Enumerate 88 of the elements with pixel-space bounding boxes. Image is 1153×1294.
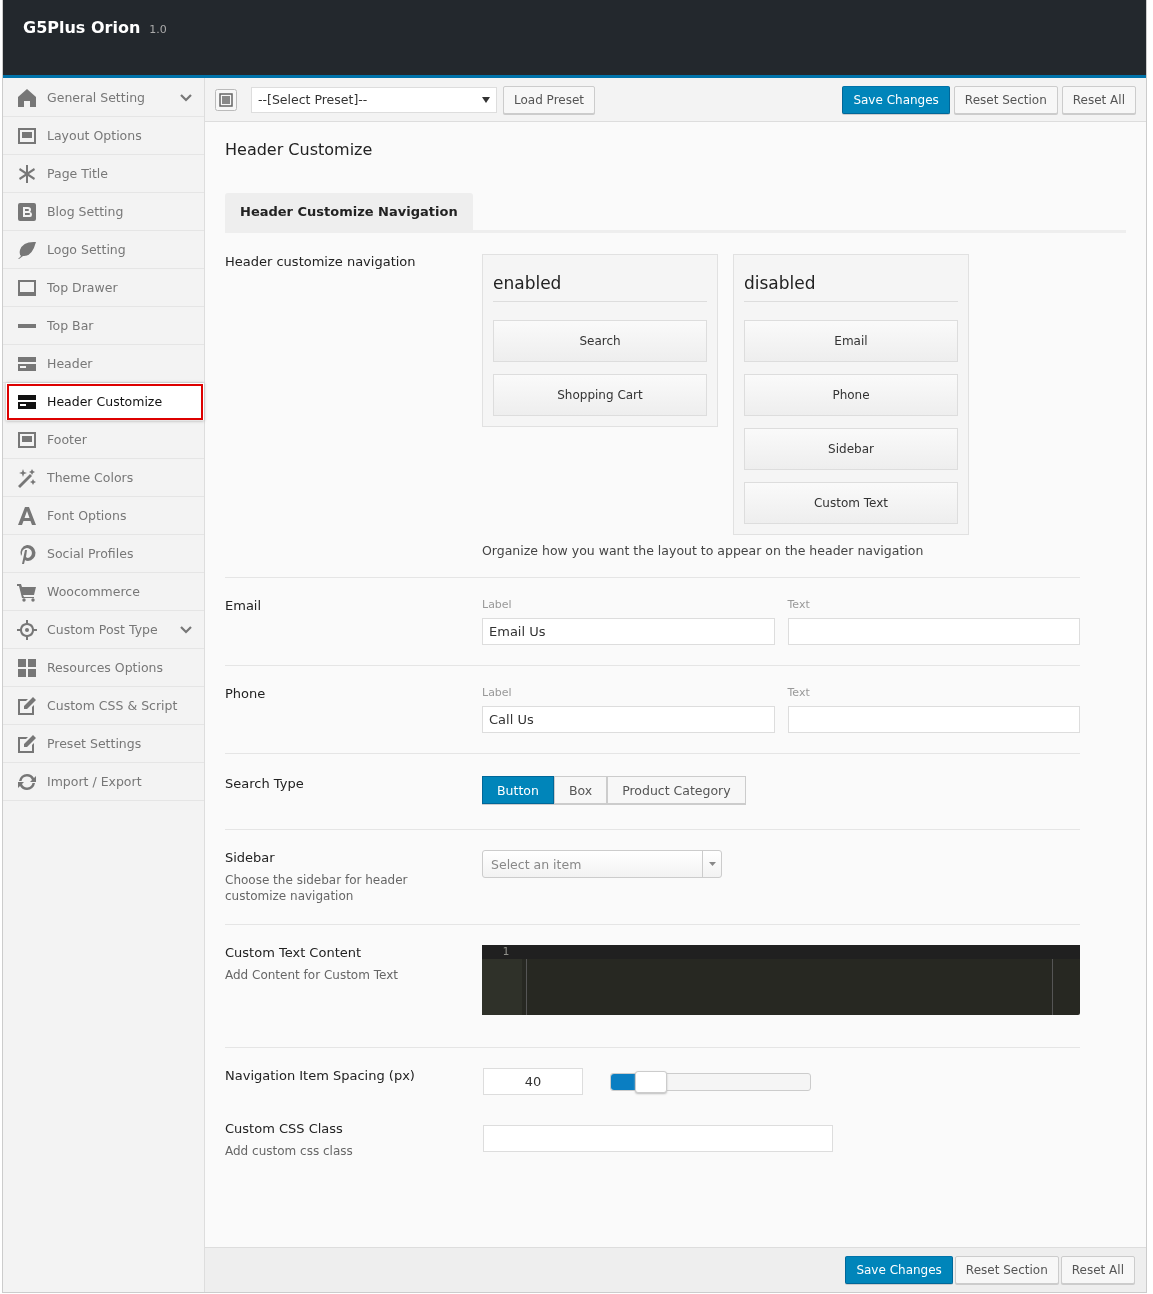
nav-menu-item[interactable]: Custom CSS & Script	[3, 687, 204, 725]
input-label: Label	[482, 598, 513, 611]
nav-menu-item[interactable]: Blog Setting	[3, 193, 204, 231]
bar-icon	[18, 323, 36, 328]
field-label: Custom Text Content	[225, 945, 363, 960]
nav-menu-item[interactable]: Preset Settings	[3, 725, 204, 763]
magic-wand-icon	[17, 467, 37, 488]
dropdown-arrow-icon	[708, 862, 716, 866]
field-label: Custom CSS Class	[225, 1121, 344, 1136]
edit-icon	[17, 733, 37, 754]
version-label: 1.0	[149, 23, 167, 36]
nav-menu-item[interactable]: Logo Setting	[3, 231, 204, 269]
refresh-icon	[17, 771, 37, 792]
layout-icon	[17, 429, 37, 450]
leaf-icon	[17, 239, 37, 260]
field-description: Add Content for Custom Text	[225, 967, 399, 983]
nav-menu-item[interactable]: Resources Options	[3, 649, 204, 687]
field-description: Choose the sidebar for header customize navigation	[225, 872, 409, 904]
font-icon	[17, 505, 37, 526]
segment-button[interactable]: Box	[553, 776, 608, 804]
segment-button[interactable]: Product Category	[607, 776, 746, 804]
draggable-item[interactable]: Custom Text	[744, 482, 958, 524]
asterisk-icon	[17, 163, 37, 184]
select-field[interactable]: Select an item	[482, 850, 722, 878]
input-label: Text	[787, 598, 811, 611]
field-label: Header customize navigation	[225, 254, 417, 269]
nav-menu-item[interactable]: Import / Export	[3, 763, 204, 801]
cart-icon	[17, 581, 37, 602]
column-title: enabled	[493, 263, 707, 302]
edit-icon	[17, 695, 37, 716]
draggable-item[interactable]: Phone	[744, 374, 958, 416]
field-label: Phone	[225, 686, 267, 701]
input-label: Label	[482, 686, 513, 699]
nav-menu-item[interactable]: Woocommerce	[3, 573, 204, 611]
action-button[interactable]: Reset All	[1060, 1256, 1135, 1284]
slider-track[interactable]	[610, 1072, 811, 1091]
nav-menu-item[interactable]: Social Profiles	[3, 535, 204, 573]
text-input[interactable]	[787, 618, 1080, 645]
input-label: Text	[787, 686, 811, 699]
tab[interactable]: Header Customize Navigation	[225, 193, 473, 230]
preset-select[interactable]: --[Select Preset]--	[251, 86, 497, 113]
field-label: Navigation Item Spacing (px)	[225, 1068, 416, 1083]
home-icon	[17, 87, 37, 108]
nav-menu-item[interactable]: Layout Options	[3, 117, 204, 155]
nav-menu-item[interactable]: Custom Post Type	[3, 611, 204, 649]
line-number: 1	[482, 945, 522, 959]
nav-menu-item[interactable]: Header Customize	[6, 383, 204, 421]
code-editor[interactable]: 1	[482, 945, 1080, 1015]
monitor-icon	[17, 277, 37, 298]
dropdown-arrow-icon	[482, 96, 490, 103]
slider-handle[interactable]	[634, 1070, 667, 1093]
app-title: G5Plus Orion	[23, 18, 141, 37]
draggable-item[interactable]: Sidebar	[744, 428, 958, 470]
save-button[interactable]: Save Changes	[842, 85, 950, 114]
crosshair-icon	[17, 619, 37, 640]
draggable-item[interactable]: Search	[493, 320, 707, 362]
text-input[interactable]	[483, 1125, 833, 1152]
field-label: Search Type	[225, 776, 305, 791]
nav-menu-item[interactable]: Top Bar	[3, 307, 204, 345]
nav-menu-item[interactable]: Top Drawer	[3, 269, 204, 307]
save-button[interactable]: Save Changes	[845, 1256, 953, 1284]
action-button[interactable]: Reset All	[1061, 85, 1136, 114]
action-button[interactable]: Load Preset	[503, 85, 596, 114]
blog-icon	[17, 201, 37, 222]
field-description: Add custom css class	[225, 1143, 354, 1159]
nav-menu-item[interactable]: Page Title	[3, 155, 204, 193]
text-input[interactable]: Call Us	[482, 706, 775, 733]
help-text: Organize how you want the layout to appear on the header navigation	[482, 543, 925, 558]
layout-icon	[17, 125, 37, 146]
number-input[interactable]: 40	[483, 1068, 583, 1095]
draggable-item[interactable]: Shopping Cart	[493, 374, 707, 416]
column-title: disabled	[744, 263, 958, 302]
action-button[interactable]: Reset Section	[954, 1256, 1059, 1284]
text-input[interactable]: Email Us	[482, 618, 775, 645]
segment-button[interactable]: Button	[482, 776, 554, 804]
pin-icon	[17, 543, 37, 564]
nav-menu-item[interactable]: Font Options	[3, 497, 204, 535]
action-button[interactable]: Reset Section	[953, 85, 1058, 114]
nav-menu-item[interactable]: Footer	[3, 421, 204, 459]
nav-menu-item[interactable]: Theme Colors	[3, 459, 204, 497]
grid-icon	[17, 657, 37, 678]
layout-toggle-icon	[215, 88, 237, 111]
text-input[interactable]	[787, 706, 1080, 733]
field-label: Email	[225, 598, 263, 613]
nav-menu-item[interactable]: General Setting	[3, 79, 204, 117]
section-title: Header Customize	[225, 140, 374, 159]
field-label: Sidebar	[225, 850, 276, 865]
draggable-item[interactable]: Email	[744, 320, 958, 362]
